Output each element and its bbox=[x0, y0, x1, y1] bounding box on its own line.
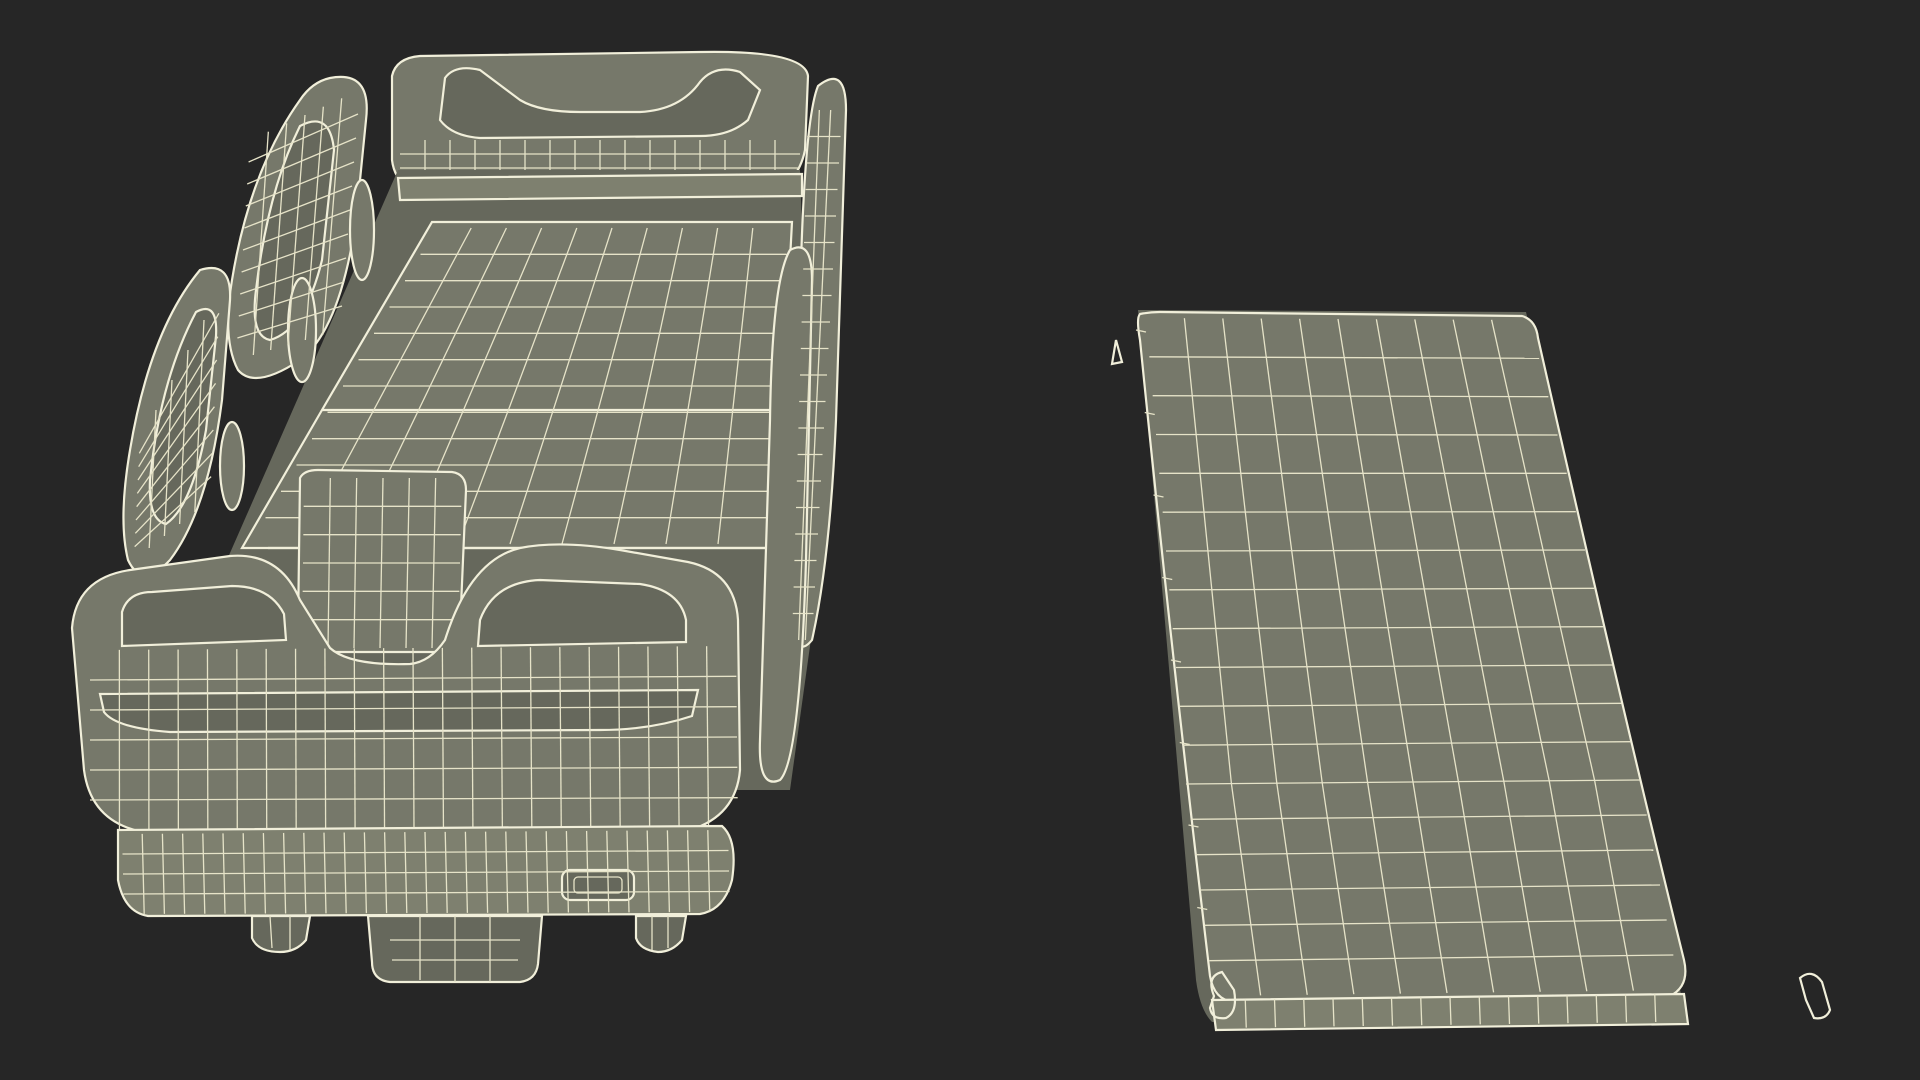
bed-base-bumper bbox=[116, 824, 735, 918]
wire-edge bbox=[1155, 433, 1558, 436]
control-pendant bbox=[296, 468, 468, 654]
left-side-rail-foot bbox=[122, 267, 246, 577]
render-viewport bbox=[0, 0, 1920, 1080]
wire-edge bbox=[1162, 511, 1576, 513]
bed-casters bbox=[250, 914, 688, 984]
mattress-handle bbox=[1110, 339, 1124, 366]
wireframe-render bbox=[70, 50, 1832, 1032]
hospital-bed-wireframe bbox=[70, 50, 848, 984]
mattress-wireframe bbox=[1110, 310, 1832, 1032]
mattress-handle bbox=[1798, 972, 1832, 1020]
